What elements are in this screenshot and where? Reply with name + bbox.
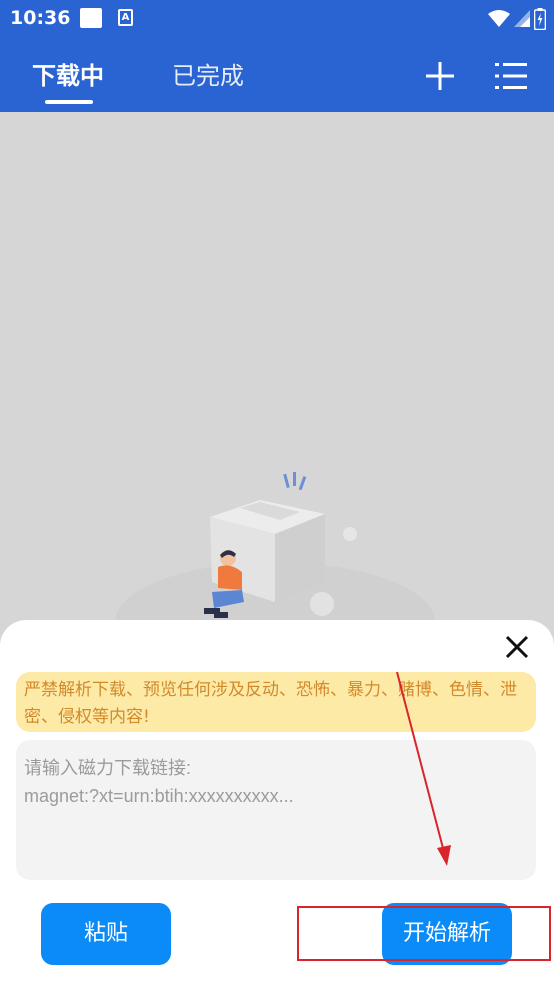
magnet-link-input[interactable]	[24, 754, 528, 866]
magnet-input-container	[16, 740, 536, 880]
status-time: 10:36	[10, 7, 71, 29]
battery-icon	[534, 8, 546, 30]
wifi-icon	[488, 10, 510, 27]
app-notification-icon: A	[118, 9, 133, 26]
add-icon[interactable]	[422, 58, 458, 94]
empty-state-illustration	[115, 472, 435, 632]
status-icons	[488, 7, 546, 31]
app-header: 下载中 已完成	[0, 38, 554, 112]
tab-indicator	[45, 100, 93, 104]
tab-completed[interactable]: 已完成	[172, 56, 244, 91]
status-bar: 10:36 A	[0, 0, 554, 38]
tab-downloading[interactable]: 下载中	[32, 56, 104, 91]
notification-icon	[80, 8, 102, 28]
annotation-highlight-box	[297, 906, 551, 961]
close-icon[interactable]	[502, 632, 532, 662]
paste-button[interactable]: 粘贴	[41, 903, 171, 965]
warning-banner: 严禁解析下载、预览任何涉及反动、恐怖、暴力、赌博、色情、泄密、侵权等内容!	[16, 672, 536, 732]
signal-icon	[514, 10, 530, 27]
menu-list-icon[interactable]	[493, 58, 529, 94]
